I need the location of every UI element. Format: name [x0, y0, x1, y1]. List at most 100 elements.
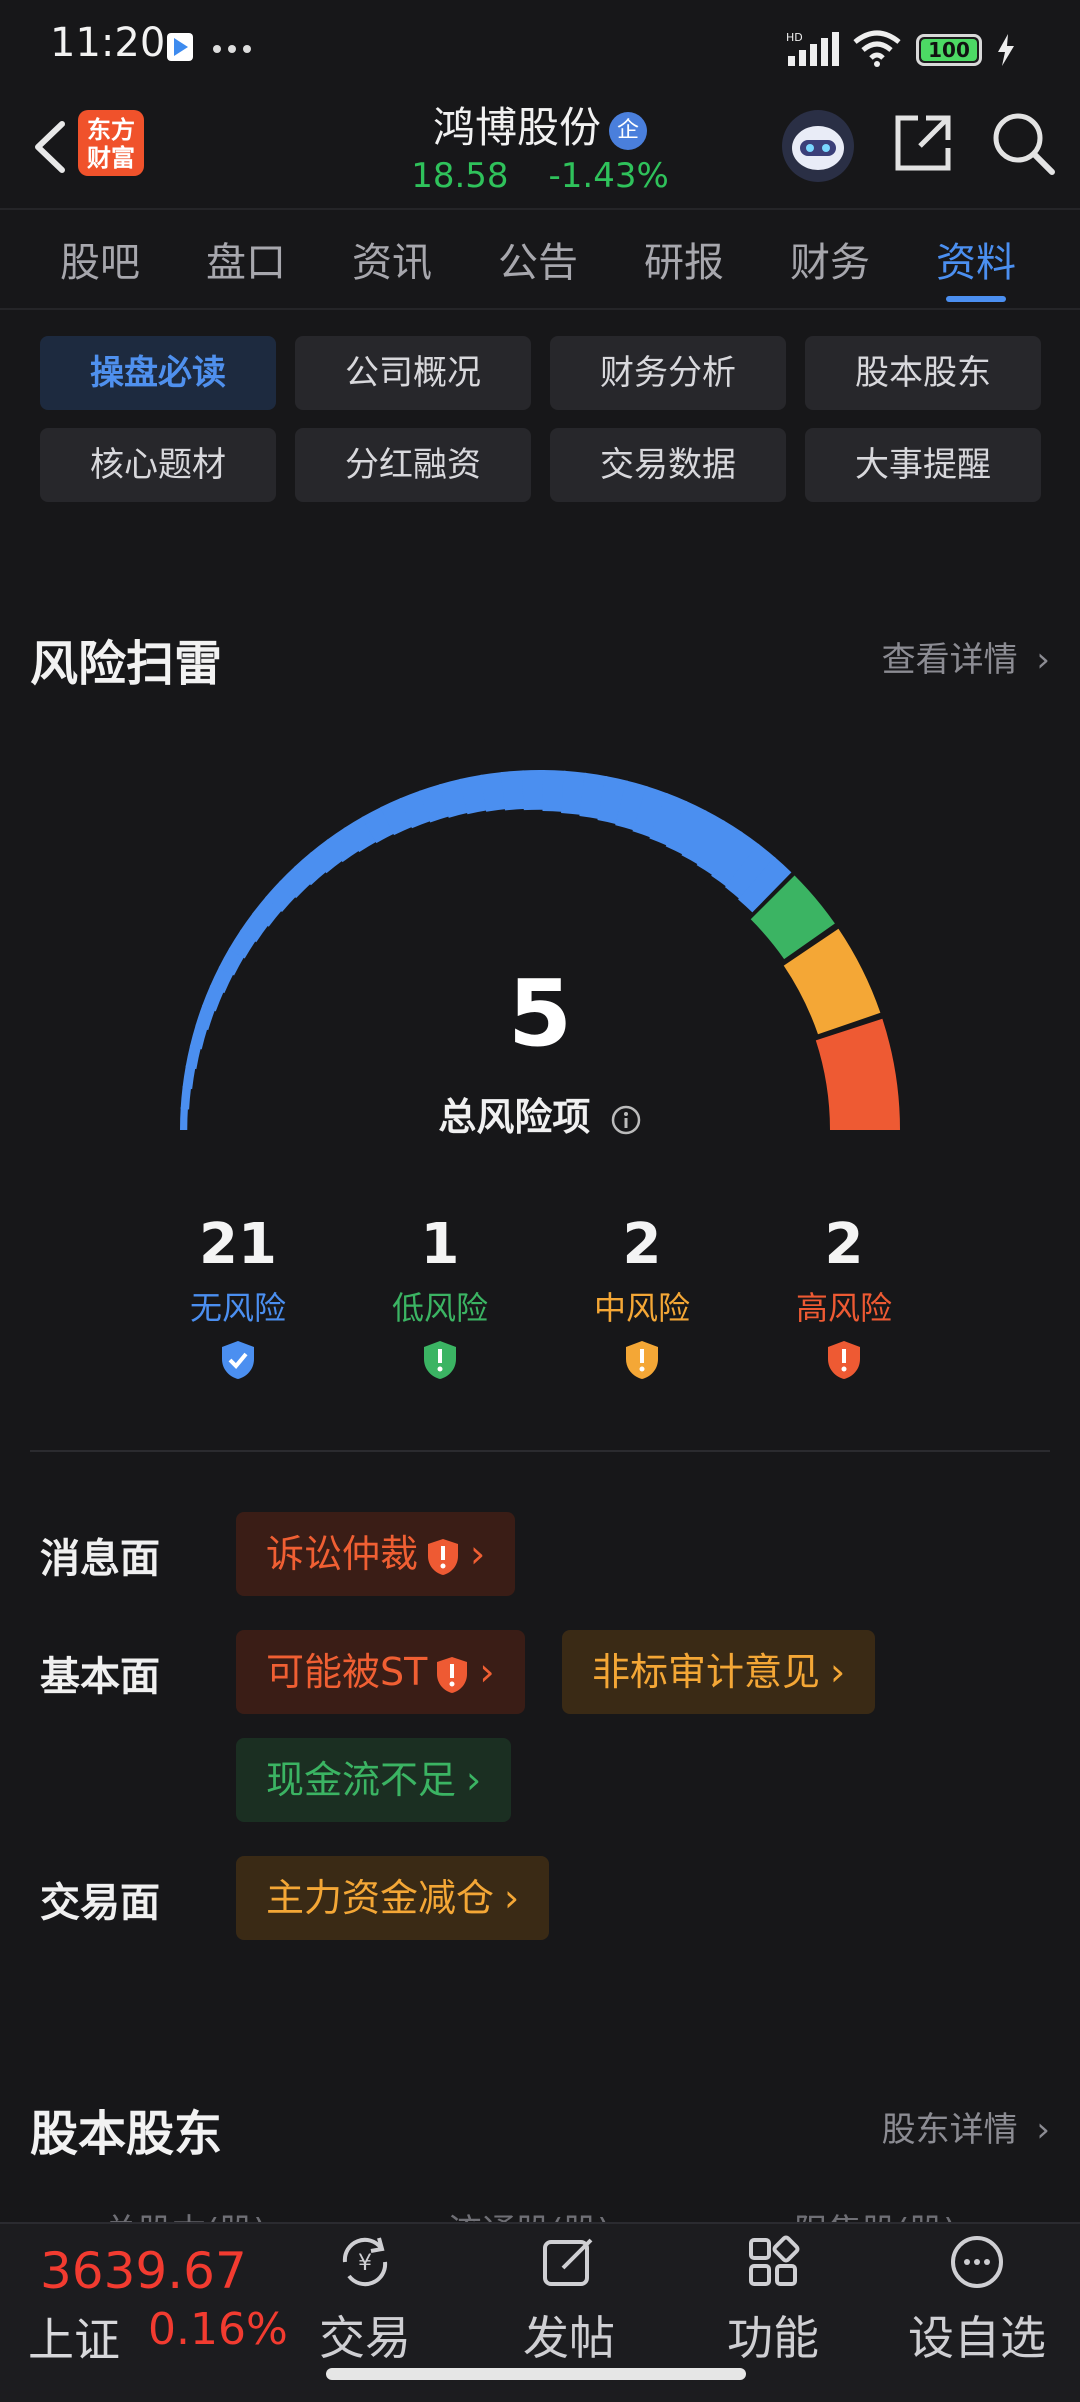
index-value: 3639.67	[40, 2242, 247, 2300]
risk-scan-title: 风险扫雷	[30, 636, 223, 692]
wifi-icon	[853, 30, 901, 67]
chevron-right-icon: ›	[504, 1876, 520, 1920]
chip-possible-st-text: 可能被ST	[266, 1650, 428, 1694]
no-risk-label: 无风险	[189, 1289, 286, 1327]
high-risk-count: 2	[824, 1212, 864, 1277]
chip-audit-text: 非标审计意见	[592, 1650, 821, 1694]
shield-alert-orange-icon	[542, 1339, 742, 1385]
nav-functions[interactable]: 功能	[698, 2232, 848, 2368]
chip-cashflow-text: 现金流不足	[266, 1758, 457, 1802]
status-bar: 11:20 HD 100	[0, 0, 1080, 90]
subnav-trading-data[interactable]: 交易数据	[550, 428, 786, 502]
tab-profile[interactable]: 资料	[936, 230, 1016, 288]
chip-litigation-text: 诉讼仲裁	[266, 1532, 419, 1576]
stock-name: 鸿博股份	[432, 103, 601, 152]
low-risk-count: 1	[420, 1212, 460, 1277]
nav-add-watchlist[interactable]: 设自选	[902, 2232, 1052, 2368]
tab-news[interactable]: 资讯	[352, 230, 432, 288]
edit-icon	[543, 2238, 593, 2286]
gauge-arc-no-risk	[500, 770, 526, 811]
subnav-core-themes[interactable]: 核心题材	[40, 428, 276, 502]
tab-finance[interactable]: 财务	[790, 230, 870, 288]
more-icon	[951, 2236, 1003, 2288]
subnav-events[interactable]: 大事提醒	[805, 428, 1041, 502]
total-risk-label: 总风险项	[0, 1086, 1080, 1141]
info-icon[interactable]	[610, 1104, 642, 1136]
chevron-right-icon: ›	[1036, 640, 1050, 680]
stat-low-risk[interactable]: 1 低风险	[340, 1212, 540, 1385]
nav-trade[interactable]: ¥ 交易	[290, 2232, 440, 2368]
status-time: 11:20	[50, 20, 166, 66]
home-indicator[interactable]	[326, 2368, 746, 2380]
battery-icon: 100	[916, 34, 982, 66]
charging-icon	[998, 34, 1014, 66]
low-risk-label: 低风险	[391, 1289, 488, 1327]
shareholders-detail-label: 股东详情	[881, 2110, 1018, 2150]
risk-detail-link[interactable]: 查看详情 ›	[882, 632, 1050, 681]
subnav-company-overview[interactable]: 公司概况	[295, 336, 531, 410]
shareholders-title: 股本股东	[30, 2106, 223, 2162]
nav-post[interactable]: 发帖	[494, 2232, 644, 2368]
yuan-refresh-icon: ¥	[342, 2237, 388, 2287]
shield-alert-green-icon	[340, 1339, 540, 1385]
robot-assistant-icon[interactable]	[780, 108, 856, 184]
stat-high-risk[interactable]: 2 高风险	[744, 1212, 944, 1385]
trade-aspect-label: 交易面	[40, 1880, 160, 1926]
svg-text:¥: ¥	[358, 2251, 372, 2276]
index-percent: 0.16%	[148, 2304, 288, 2355]
no-risk-count: 21	[199, 1212, 277, 1277]
total-risk-text: 总风险项	[438, 1095, 591, 1139]
stat-mid-risk[interactable]: 2 中风险	[542, 1212, 742, 1385]
nav-add-watchlist-label: 设自选	[908, 2311, 1046, 2365]
tab-guba[interactable]: 股吧	[60, 230, 140, 288]
chip-possible-st[interactable]: 可能被ST ›	[236, 1630, 525, 1714]
signal-icon: HD	[786, 31, 839, 66]
gauge-arc-no-risk	[521, 770, 545, 811]
more-dots-icon	[213, 45, 251, 53]
risk-detail-label: 查看详情	[881, 640, 1018, 680]
fundamental-aspect-label: 基本面	[40, 1654, 160, 1700]
mid-risk-count: 2	[622, 1212, 662, 1277]
shield-check-icon	[138, 1339, 338, 1385]
svg-text:HD: HD	[786, 31, 803, 44]
mid-risk-label: 中风险	[593, 1289, 690, 1327]
tab-pankou[interactable]: 盘口	[206, 230, 286, 288]
play-store-icon	[167, 33, 193, 61]
tab-bar: 股吧 盘口 资讯 公告 研报 财务 资料	[0, 210, 1080, 310]
share-icon[interactable]	[892, 112, 954, 174]
high-risk-label: 高风险	[795, 1289, 892, 1327]
tab-research[interactable]: 研报	[644, 230, 724, 288]
shield-alert-red-icon	[744, 1339, 944, 1385]
battery-level: 100	[921, 39, 977, 61]
tab-announcements[interactable]: 公告	[498, 230, 578, 288]
chip-non-standard-audit[interactable]: 非标审计意见 ›	[562, 1630, 876, 1714]
index-name: 上证	[28, 2313, 120, 2367]
subnav-financial-analysis[interactable]: 财务分析	[550, 336, 786, 410]
divider	[30, 1450, 1050, 1452]
subnav-dividends[interactable]: 分红融资	[295, 428, 531, 502]
stock-change: -1.43%	[548, 156, 669, 196]
subnav-shareholders[interactable]: 股本股东	[805, 336, 1041, 410]
shield-alert-icon	[437, 1656, 468, 1693]
subnav-trading-must-read[interactable]: 操盘必读	[40, 336, 276, 410]
nav-functions-label: 功能	[727, 2311, 819, 2365]
chevron-right-icon: ›	[1036, 2110, 1050, 2150]
chevron-right-icon: ›	[466, 1758, 482, 1802]
total-risk-count: 5	[507, 960, 572, 1067]
chevron-right-icon: ›	[479, 1650, 495, 1694]
stat-no-risk[interactable]: 21 无风险	[138, 1212, 338, 1385]
nav-trade-label: 交易	[319, 2311, 411, 2365]
active-tab-indicator	[946, 296, 1006, 302]
chip-litigation[interactable]: 诉讼仲裁 ›	[236, 1512, 516, 1596]
chip-funds-text: 主力资金减仓	[266, 1876, 495, 1920]
shareholders-detail-link[interactable]: 股东详情 ›	[882, 2102, 1050, 2151]
news-aspect-label: 消息面	[40, 1536, 160, 1582]
chevron-right-icon: ›	[470, 1532, 486, 1576]
stock-header: 东方财富 鸿博股份企 18.58 -1.43%	[0, 90, 1080, 210]
chevron-right-icon: ›	[830, 1650, 846, 1694]
chip-cashflow[interactable]: 现金流不足 ›	[236, 1738, 512, 1822]
enterprise-badge: 企	[609, 111, 647, 150]
search-icon[interactable]	[990, 110, 1056, 176]
stock-price: 18.58	[411, 156, 509, 196]
chip-main-funds-reduction[interactable]: 主力资金减仓 ›	[236, 1856, 550, 1940]
